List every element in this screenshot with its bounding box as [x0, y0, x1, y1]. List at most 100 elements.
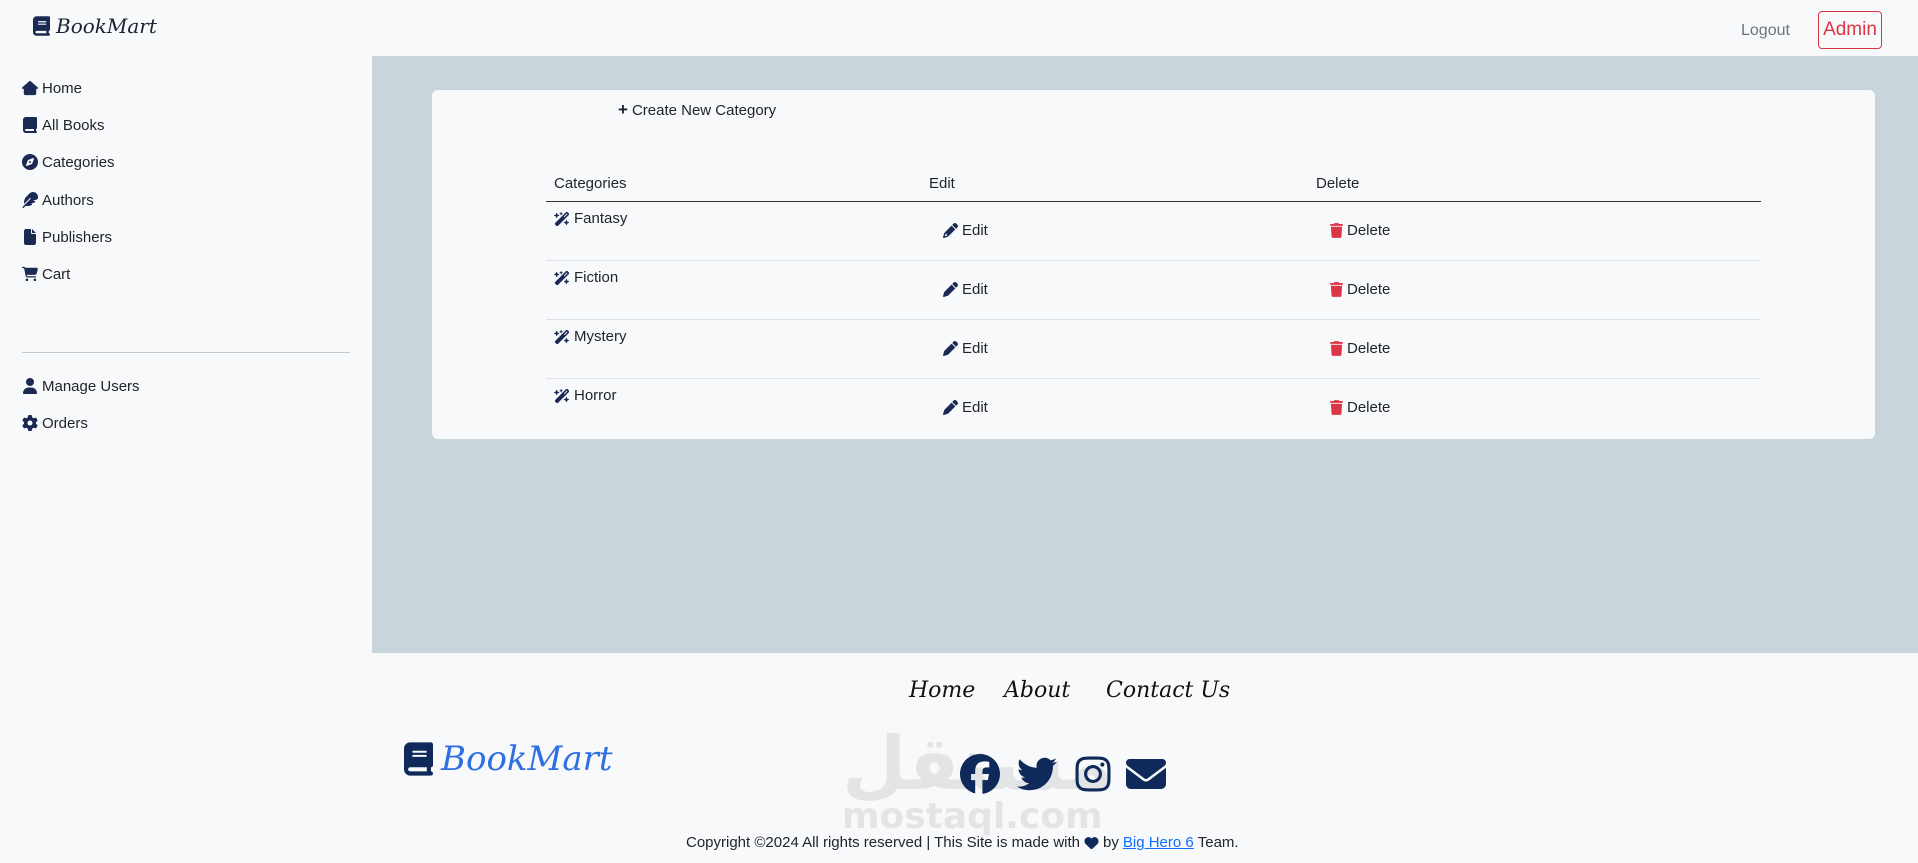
- brand-logo-link[interactable]: BookMart: [33, 14, 157, 38]
- sidebar-item-publishers[interactable]: Publishers: [22, 226, 112, 248]
- plus-icon: +: [618, 100, 628, 119]
- sidebar-item-label: Home: [42, 79, 83, 97]
- edit-label: Edit: [962, 222, 988, 239]
- pencil-icon: [943, 341, 958, 356]
- edit-button[interactable]: Edit: [943, 281, 988, 298]
- trash-icon: [1330, 400, 1343, 415]
- delete-button[interactable]: Delete: [1330, 281, 1390, 298]
- sidebar-item-label: Categories: [42, 153, 115, 171]
- header-categories: Categories: [554, 175, 627, 192]
- footer-link-home[interactable]: Home: [909, 678, 975, 703]
- email-link[interactable]: [1126, 754, 1166, 799]
- brand-name: BookMart: [56, 14, 157, 38]
- heart-icon: [1084, 836, 1099, 849]
- magic-wand-icon: [554, 329, 570, 344]
- magic-wand-icon: [554, 211, 570, 226]
- delete-label: Delete: [1347, 281, 1391, 298]
- magic-wand-icon: [554, 388, 570, 403]
- sidebar-item-home[interactable]: Home: [22, 77, 82, 99]
- header-delete: Delete: [1316, 175, 1360, 192]
- footer-link-contact[interactable]: Contact Us: [1106, 678, 1230, 703]
- sidebar-item-label: Cart: [42, 265, 71, 283]
- delete-button[interactable]: Delete: [1330, 399, 1390, 416]
- magic-wand-icon: [554, 270, 570, 285]
- facebook-link[interactable]: [960, 754, 1000, 799]
- table-row: Fiction Edit Delete: [546, 261, 1761, 320]
- edit-button[interactable]: Edit: [943, 340, 988, 357]
- envelope-icon: [1126, 759, 1166, 789]
- edit-button[interactable]: Edit: [943, 399, 988, 416]
- user-icon: [23, 378, 37, 394]
- sidebar-divider: [22, 352, 350, 353]
- trash-icon: [1330, 282, 1343, 297]
- delete-button[interactable]: Delete: [1330, 222, 1390, 239]
- create-category-label: Create New Category: [631, 101, 777, 119]
- table-header: Categories Edit Delete: [546, 170, 1761, 202]
- twitter-icon: [1017, 757, 1057, 791]
- pencil-icon: [943, 282, 958, 297]
- book-icon: [23, 117, 37, 133]
- watermark-url: mostaql.com: [842, 796, 1103, 837]
- category-cell: Horror: [554, 387, 617, 404]
- file-icon: [24, 229, 36, 245]
- edit-label: Edit: [962, 281, 988, 298]
- category-name: Fiction: [574, 269, 619, 286]
- category-cell: Fantasy: [554, 210, 627, 227]
- table-row: Mystery Edit Delete: [546, 320, 1761, 379]
- copyright-prefix: Copyright ©2024 All rights reserved | Th…: [686, 834, 1081, 851]
- pencil-icon: [943, 400, 958, 415]
- create-category-link[interactable]: + Create New Category: [618, 100, 776, 120]
- category-cell: Mystery: [554, 328, 627, 345]
- sidebar-item-label: Authors: [42, 191, 94, 209]
- sidebar-item-label: Manage Users: [42, 377, 140, 395]
- instagram-link[interactable]: [1073, 754, 1113, 799]
- delete-button[interactable]: Delete: [1330, 340, 1390, 357]
- main-content: + Create New Category Categories Edit De…: [372, 56, 1918, 653]
- sidebar-item-all-books[interactable]: All Books: [22, 114, 105, 136]
- table-row: Horror Edit Delete: [546, 379, 1761, 438]
- copyright-suffix: Team.: [1197, 834, 1239, 851]
- feather-icon: [22, 192, 38, 208]
- sidebar-item-cart[interactable]: Cart: [22, 263, 70, 285]
- categories-card: + Create New Category Categories Edit De…: [432, 90, 1875, 439]
- footer-link-about[interactable]: About: [1004, 678, 1070, 703]
- category-name: Mystery: [574, 328, 627, 345]
- compass-icon: [22, 154, 38, 170]
- category-cell: Fiction: [554, 269, 618, 286]
- trash-icon: [1330, 223, 1343, 238]
- table-row: Fantasy Edit Delete: [546, 202, 1761, 261]
- delete-label: Delete: [1347, 222, 1391, 239]
- home-icon: [22, 80, 38, 96]
- team-link[interactable]: Big Hero 6: [1123, 834, 1194, 851]
- book-icon: [404, 742, 433, 776]
- admin-button[interactable]: Admin: [1818, 11, 1882, 49]
- logout-link[interactable]: Logout: [1741, 22, 1790, 40]
- sidebar-item-label: All Books: [42, 116, 105, 134]
- book-icon: [33, 16, 50, 36]
- sidebar-item-authors[interactable]: Authors: [22, 189, 94, 211]
- gear-icon: [22, 415, 38, 431]
- instagram-icon: [1075, 756, 1111, 792]
- copyright-by: by: [1103, 834, 1119, 851]
- footer-brand-name: BookMart: [441, 739, 613, 779]
- sidebar-item-label: Orders: [42, 414, 88, 432]
- sidebar-item-orders[interactable]: Orders: [22, 412, 88, 434]
- edit-button[interactable]: Edit: [943, 222, 988, 239]
- sidebar-item-manage-users[interactable]: Manage Users: [22, 375, 140, 397]
- category-name: Horror: [574, 387, 617, 404]
- twitter-link[interactable]: [1017, 754, 1057, 799]
- footer-brand-link[interactable]: BookMart: [404, 739, 613, 779]
- category-name: Fantasy: [574, 210, 628, 227]
- edit-label: Edit: [962, 399, 988, 416]
- sidebar-item-label: Publishers: [42, 228, 113, 246]
- top-navbar: BookMart Logout Admin: [0, 0, 1918, 56]
- trash-icon: [1330, 341, 1343, 356]
- facebook-icon: [960, 754, 1000, 794]
- cart-icon: [22, 266, 38, 282]
- sidebar-item-categories[interactable]: Categories: [22, 151, 115, 173]
- sidebar: Home All Books Categories Authors Publis…: [0, 56, 372, 656]
- delete-label: Delete: [1347, 340, 1391, 357]
- categories-table: Categories Edit Delete Fantasy Edit Dele…: [546, 170, 1761, 438]
- header-edit: Edit: [929, 175, 955, 192]
- copyright-text: Copyright ©2024 All rights reserved | Th…: [686, 834, 1239, 851]
